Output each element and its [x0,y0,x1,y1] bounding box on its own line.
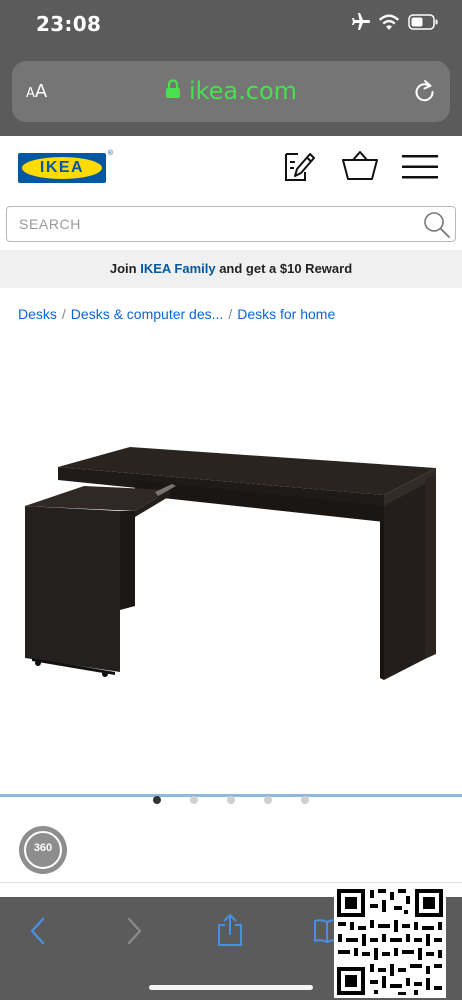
status-time: 23:08 [36,12,102,36]
menu-icon[interactable] [402,154,438,185]
share-icon[interactable] [215,913,245,952]
breadcrumb: Desks / Desks & computer des... / Desks for … [18,306,335,322]
shopping-list-icon[interactable] [283,150,315,189]
site-header: IKEA ® [0,136,462,202]
address-bar[interactable]: AA ikea.com [12,61,450,122]
breadcrumb-separator: / [228,306,233,322]
lock-icon [165,78,181,104]
url-text: ikea.com [188,77,298,105]
promo-suffix: and get a $10 Reward [219,261,353,276]
carousel-dot[interactable] [227,796,235,804]
carousel-dot[interactable] [301,796,309,804]
qr-code [334,886,446,998]
back-icon[interactable] [28,915,48,952]
status-icons [350,13,438,31]
promo-banner[interactable]: Join IKEA Family and get a $10 Reward [0,250,462,288]
ikea-logo[interactable]: IKEA ® [18,150,113,183]
carousel-dot[interactable] [190,796,198,804]
logo-text: IKEA [39,159,85,176]
promo-prefix: Join [109,261,137,276]
search-icon[interactable] [423,211,451,244]
status-bar: 23:08 [0,0,462,50]
breadcrumb-item-desks[interactable]: Desks [18,306,57,322]
carousel-dots [0,796,462,806]
registered-mark: ® [107,150,113,157]
divider [0,882,462,883]
wifi-icon [379,14,399,30]
search-input[interactable] [19,207,409,241]
promo-family-link[interactable]: IKEA Family [140,261,215,276]
desk-image[interactable] [0,420,462,700]
battery-icon [408,14,438,30]
view-360-button[interactable]: 360 [19,826,67,874]
browser-top-chrome: 23:08 AA ikea.com [0,0,462,136]
view-360-label: 360 [33,842,53,854]
search-box [6,206,456,242]
carousel-dot[interactable] [264,796,272,804]
forward-icon[interactable] [124,915,144,952]
url-display[interactable]: ikea.com [12,77,450,105]
breadcrumb-item-computer-desks[interactable]: Desks & computer des... [71,306,224,322]
cart-icon[interactable] [341,150,379,187]
home-indicator [149,985,313,990]
carousel-dot[interactable] [153,796,161,804]
reload-icon[interactable] [414,79,436,108]
breadcrumb-separator: / [61,306,66,322]
airplane-icon [350,13,370,31]
breadcrumb-item-desks-for-home[interactable]: Desks for home [237,306,335,322]
